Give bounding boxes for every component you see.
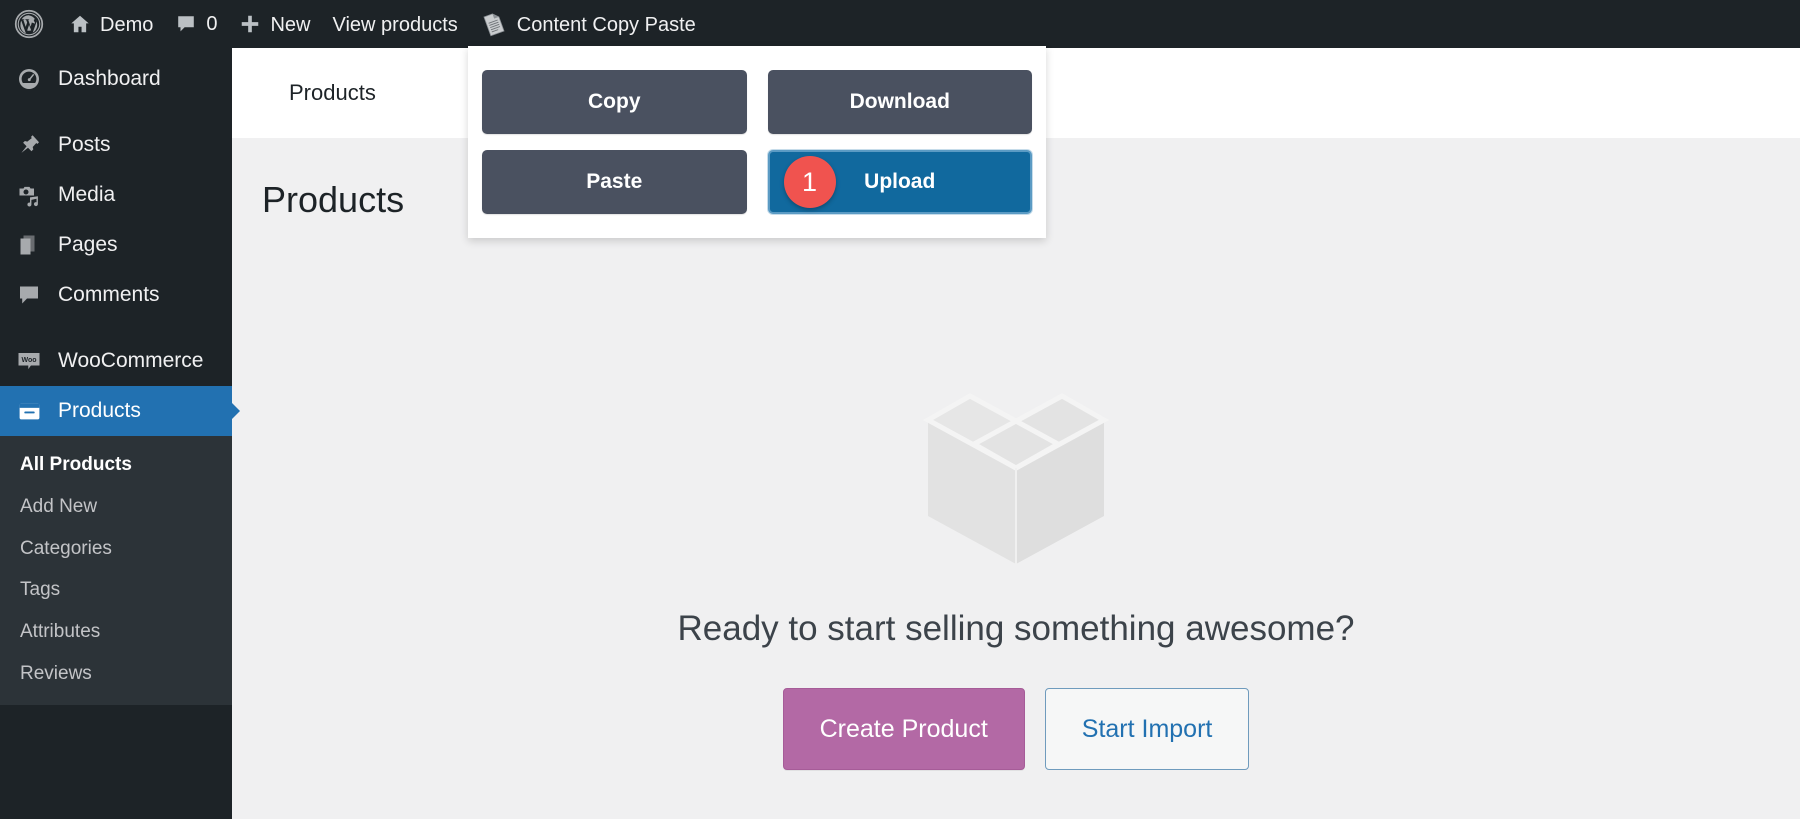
sidebar-item-label: WooCommerce xyxy=(58,349,203,373)
pin-icon xyxy=(14,133,44,157)
start-import-button[interactable]: Start Import xyxy=(1045,688,1250,770)
home-icon xyxy=(69,13,91,35)
sidebar-divider xyxy=(0,104,232,120)
create-product-button[interactable]: Create Product xyxy=(783,688,1025,770)
products-empty-state: Ready to start selling something awesome… xyxy=(232,358,1800,770)
upload-button[interactable]: 1 Upload xyxy=(768,150,1033,214)
empty-state-actions: Create Product Start Import xyxy=(783,688,1250,770)
sidebar-item-comments[interactable]: Comments xyxy=(0,270,232,320)
sidebar-item-label: Posts xyxy=(58,133,111,157)
dashboard-gauge-icon xyxy=(14,67,44,91)
step-badge-1: 1 xyxy=(784,156,836,208)
svg-text:Woo: Woo xyxy=(21,357,36,364)
sidebar-item-label: Comments xyxy=(58,283,160,307)
sidebar-item-posts[interactable]: Posts xyxy=(0,120,232,170)
sidebar-item-products[interactable]: Products xyxy=(0,386,232,436)
submenu-item-all-products[interactable]: All Products xyxy=(0,444,232,486)
paste-button-label: Paste xyxy=(586,170,642,194)
sidebar-item-woocommerce[interactable]: Woo WooCommerce xyxy=(0,336,232,386)
submenu-item-tags[interactable]: Tags xyxy=(0,569,232,611)
document-stack-icon xyxy=(480,10,508,38)
sidebar-item-label: Pages xyxy=(58,233,118,257)
sidebar-item-media[interactable]: Media xyxy=(0,170,232,220)
download-button[interactable]: Download xyxy=(768,70,1033,134)
sidebar-item-dashboard[interactable]: Dashboard xyxy=(0,54,232,104)
new-content-menu-item[interactable]: New xyxy=(228,0,321,48)
sidebar-item-label: Dashboard xyxy=(58,67,161,91)
content-copy-paste-menu-item[interactable]: Content Copy Paste xyxy=(469,0,707,48)
content-copy-paste-dropdown-panel: Copy Download Paste 1 Upload xyxy=(468,46,1046,238)
copy-button[interactable]: Copy xyxy=(482,70,747,134)
products-submenu: All Products Add New Categories Tags Att… xyxy=(0,436,232,705)
products-page-content: Products xyxy=(232,138,1800,819)
plus-icon xyxy=(239,13,261,35)
sidebar-item-label: Products xyxy=(58,399,141,423)
comment-icon xyxy=(175,13,197,35)
view-products-menu-item[interactable]: View products xyxy=(322,0,469,48)
sidebar-item-pages[interactable]: Pages xyxy=(0,220,232,270)
pages-icon xyxy=(14,233,44,257)
sidebar-item-label: Media xyxy=(58,183,115,207)
paste-button[interactable]: Paste xyxy=(482,150,747,214)
site-name-menu-item[interactable]: Demo xyxy=(58,0,164,48)
new-content-label: New xyxy=(270,15,310,35)
wp-logo-menu-item[interactable] xyxy=(0,0,58,48)
empty-state-heading: Ready to start selling something awesome… xyxy=(677,608,1354,650)
upload-button-label: Upload xyxy=(864,170,935,194)
comment-bubble-icon xyxy=(14,283,44,307)
content-copy-paste-label: Content Copy Paste xyxy=(517,15,696,35)
cardboard-box-illustration xyxy=(916,358,1116,570)
wordpress-admin-screen: Demo 0 New View products xyxy=(0,0,1800,819)
tab-products[interactable]: Products xyxy=(232,80,376,106)
download-button-label: Download xyxy=(850,90,950,114)
products-box-icon xyxy=(14,399,44,424)
submenu-item-categories[interactable]: Categories xyxy=(0,528,232,570)
admin-bar: Demo 0 New View products xyxy=(0,0,1800,48)
camera-music-icon xyxy=(14,183,44,207)
sidebar-divider xyxy=(0,320,232,336)
submenu-item-attributes[interactable]: Attributes xyxy=(0,611,232,653)
wordpress-logo-icon xyxy=(14,9,44,39)
view-products-label: View products xyxy=(333,15,458,35)
comments-menu-item[interactable]: 0 xyxy=(164,0,228,48)
comments-count-label: 0 xyxy=(206,13,217,36)
admin-sidebar-menu: Dashboard Posts Media xyxy=(0,48,232,819)
woo-icon: Woo xyxy=(14,348,44,374)
submenu-item-reviews[interactable]: Reviews xyxy=(0,653,232,695)
submenu-item-add-new[interactable]: Add New xyxy=(0,486,232,528)
site-name-label: Demo xyxy=(100,15,153,35)
ccp-button-grid: Copy Download Paste 1 Upload xyxy=(482,70,1032,214)
copy-button-label: Copy xyxy=(588,90,641,114)
